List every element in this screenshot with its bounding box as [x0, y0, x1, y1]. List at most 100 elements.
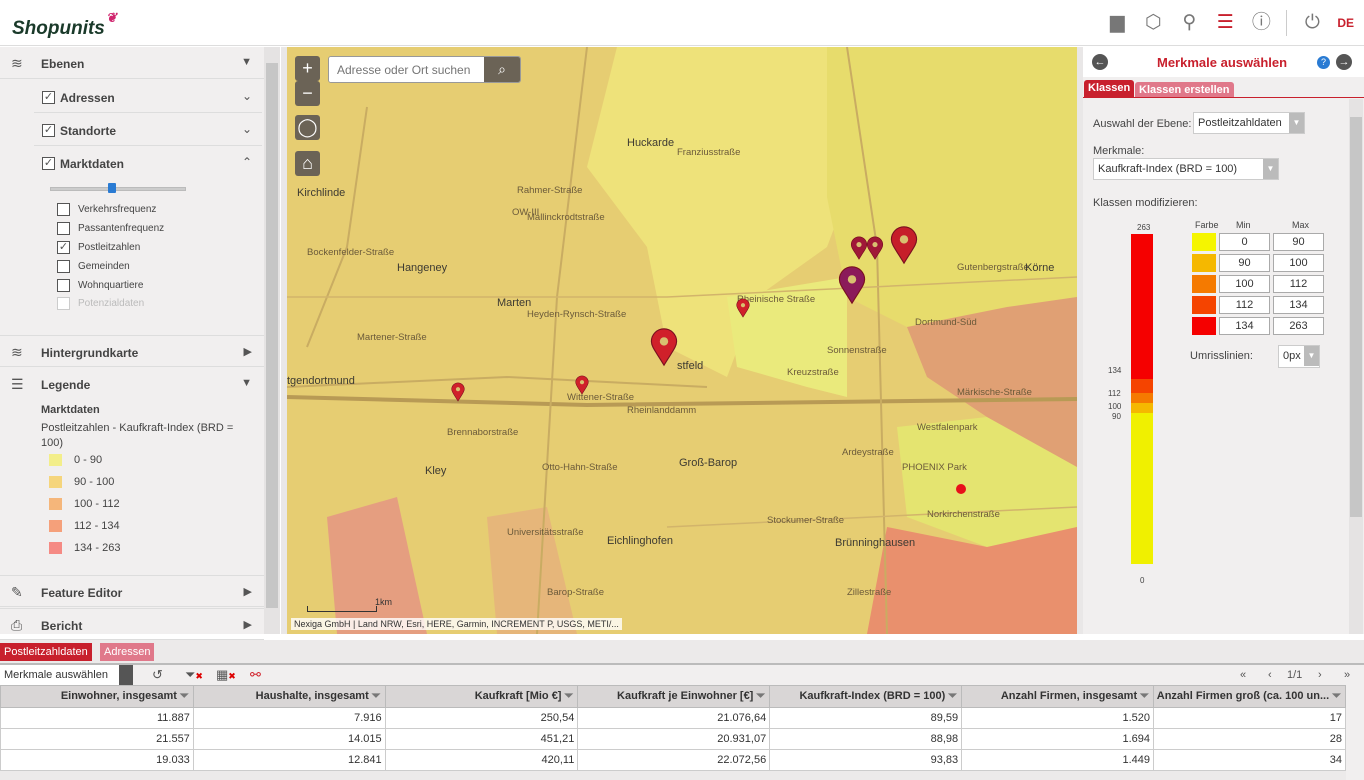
column-header[interactable]: Kaufkraft [Mio €] ⏷ — [384, 685, 579, 708]
arrow-left-icon[interactable]: ← — [1092, 54, 1108, 70]
language-switch[interactable]: DE — [1337, 16, 1354, 30]
class-color-swatch[interactable] — [1192, 233, 1216, 251]
zoom-out-button[interactable]: − — [295, 81, 320, 106]
next-page-icon[interactable]: › — [1318, 669, 1322, 681]
class-min-input[interactable]: 90 — [1219, 254, 1270, 272]
class-color-swatch[interactable] — [1192, 254, 1216, 272]
class-color-swatch[interactable] — [1192, 296, 1216, 314]
class-max-input[interactable]: 112 — [1273, 275, 1324, 293]
checkbox[interactable] — [57, 222, 70, 235]
map-marker-icon[interactable] — [575, 375, 589, 395]
search-input[interactable] — [329, 57, 484, 82]
logo[interactable]: Shopunits ❦ — [12, 10, 117, 40]
column-header[interactable]: Anzahl Firmen groß (ca. 100 un... ⏷ — [1152, 685, 1347, 708]
column-header[interactable]: Kaufkraft je Einwohner [€] ⏷ — [577, 685, 771, 708]
filter-icon[interactable]: ⏷ — [1329, 690, 1341, 702]
merkmale-select[interactable]: Kaufkraft-Index (BRD = 100) ▼ — [1093, 158, 1279, 180]
info-icon[interactable]: ⓘ — [1250, 12, 1272, 34]
tab-postleitzahldaten[interactable]: Postleitzahldaten — [0, 643, 92, 661]
map-marker-icon[interactable] — [650, 327, 678, 367]
map[interactable]: Huckarde Kirchlinde Hangeney Marten tgendort… — [287, 47, 1077, 634]
layer-verkehrsfrequenz[interactable]: Verkehrsfrequenz — [57, 203, 156, 222]
filter-icon[interactable]: ⏷ — [1137, 690, 1149, 702]
scrollbar-thumb[interactable] — [266, 63, 278, 608]
group-adressen[interactable]: ✓ Adressen ⌄ — [34, 80, 262, 113]
zoom-in-button[interactable]: + — [295, 56, 320, 81]
hexagon-icon[interactable]: ⬡ — [1142, 12, 1164, 34]
section-bericht[interactable]: ⎙ Bericht ▶ — [0, 608, 264, 640]
class-color-swatch[interactable] — [1192, 317, 1216, 335]
checkbox[interactable] — [57, 279, 70, 292]
tick-label[interactable]: 112 — [1108, 389, 1121, 398]
section-ebenen[interactable]: ≋ Ebenen ▼ — [0, 47, 264, 79]
tick-label[interactable]: 90 — [1112, 412, 1121, 421]
tick-label[interactable]: 100 — [1108, 402, 1121, 411]
merkmale-select[interactable]: Merkmale auswählen — [0, 665, 133, 686]
home-button[interactable]: ⌂ — [295, 151, 320, 176]
help-icon[interactable]: ? — [1317, 56, 1330, 69]
folder-icon[interactable]: ▆ — [1106, 12, 1128, 34]
refresh-icon[interactable]: ↺ — [152, 667, 163, 683]
class-color-swatch[interactable] — [1192, 275, 1216, 293]
column-header[interactable]: Einwohner, insgesamt ⏷ — [0, 685, 194, 708]
map-marker-icon[interactable] — [890, 225, 918, 265]
locate-button[interactable]: ◯ — [295, 115, 320, 140]
checkbox[interactable]: ✓ — [42, 91, 55, 104]
map-marker-icon[interactable] — [451, 382, 465, 402]
table-row[interactable]: 21.557 14.015 451,21 20.931,07 88,98 1.694 28 — [0, 728, 1347, 750]
class-min-input[interactable]: 112 — [1219, 296, 1270, 314]
column-header[interactable]: Kaufkraft-Index (BRD = 100) ⏷ — [769, 685, 963, 708]
filter-icon[interactable]: ⏷ — [561, 690, 574, 702]
table-row[interactable]: 11.887 7.916 250,54 21.076,64 89,59 1.520 17 — [0, 707, 1347, 729]
column-header[interactable]: Anzahl Firmen, insgesamt ⏷ — [961, 685, 1154, 708]
search-icon[interactable]: ⌕ — [484, 57, 520, 82]
class-max-input[interactable]: 90 — [1273, 233, 1324, 251]
tab-klassen[interactable]: Klassen — [1084, 80, 1135, 98]
scrollbar[interactable] — [264, 47, 280, 634]
map-marker-icon[interactable] — [736, 298, 750, 318]
class-max-input[interactable]: 100 — [1273, 254, 1324, 272]
ebene-select[interactable]: Postleitzahldaten ▼ — [1193, 112, 1305, 134]
map-marker-icon[interactable] — [866, 236, 884, 260]
tab-klassen-erstellen[interactable]: Klassen erstellen — [1135, 82, 1234, 98]
section-legende[interactable]: ☰ Legende ▼ — [0, 368, 264, 400]
checkbox[interactable]: ✓ — [57, 241, 70, 254]
arrow-right-icon[interactable]: → — [1336, 54, 1352, 70]
scrollbar[interactable] — [1349, 99, 1363, 634]
checkbox[interactable]: ✓ — [42, 157, 55, 170]
power-icon[interactable]: ⏻ — [1301, 12, 1323, 34]
unlink-icon[interactable]: ⚯ — [250, 667, 261, 683]
tab-adressen[interactable]: Adressen — [100, 643, 155, 661]
clear-filter-icon[interactable]: ⏷✖ — [185, 667, 203, 683]
filter-icon[interactable]: ⏷ — [945, 690, 957, 702]
layer-passantenfrequenz[interactable]: Passantenfrequenz — [57, 222, 164, 241]
table-scrollbar[interactable] — [1346, 685, 1364, 780]
prev-page-icon[interactable]: ‹ — [1268, 669, 1272, 681]
layer-wohnquartiere[interactable]: Wohnquartiere — [57, 279, 143, 298]
column-header[interactable]: Haushalte, insgesamt ⏷ — [192, 685, 386, 708]
group-marktdaten[interactable]: ✓ Marktdaten ⌃ — [34, 146, 262, 179]
clear-table-icon[interactable]: ▦✖ — [216, 667, 236, 683]
section-hintergrundkarte[interactable]: ≋ Hintergrundkarte ▶ — [0, 335, 264, 367]
layer-gemeinden[interactable]: Gemeinden — [57, 260, 130, 279]
map-marker-icon[interactable] — [838, 265, 866, 305]
class-max-input[interactable]: 263 — [1273, 317, 1324, 335]
sliders-icon[interactable]: ☰ — [1214, 12, 1236, 34]
scrollbar-thumb[interactable] — [1350, 117, 1362, 517]
filter-icon[interactable]: ⏷ — [753, 690, 765, 702]
class-max-input[interactable]: 134 — [1273, 296, 1324, 314]
chevron-down-icon[interactable]: ⌄ — [242, 89, 252, 103]
group-standorte[interactable]: ✓ Standorte ⌄ — [34, 113, 262, 146]
filter-icon[interactable]: ⏷ — [369, 690, 381, 702]
slider-handle[interactable] — [108, 183, 116, 193]
chevron-up-icon[interactable]: ⌃ — [242, 155, 252, 169]
tick-label[interactable]: 134 — [1108, 366, 1121, 375]
class-min-input[interactable]: 134 — [1219, 317, 1270, 335]
table-row[interactable]: 19.033 12.841 420,11 22.072,56 93,83 1.449 34 — [0, 749, 1347, 771]
layer-postleitzahlen[interactable]: ✓ Postleitzahlen — [57, 241, 140, 260]
map-pin-icon[interactable]: ⚲ — [1178, 12, 1200, 34]
checkbox[interactable] — [57, 260, 70, 273]
first-page-icon[interactable]: « — [1240, 669, 1246, 681]
chevron-down-icon[interactable]: ⌄ — [242, 122, 252, 136]
umriss-select[interactable]: 0px ▼ — [1278, 345, 1320, 368]
